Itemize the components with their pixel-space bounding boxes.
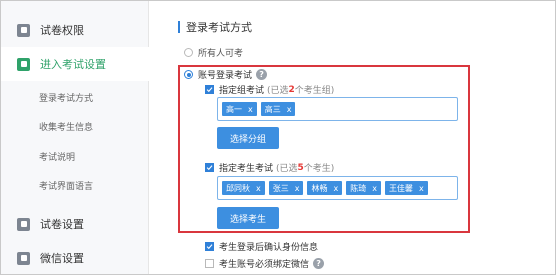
close-icon[interactable]: x <box>372 184 377 193</box>
tag-label: 林畅 <box>311 183 328 193</box>
group-tag-input[interactable]: 高一 x 高三 x <box>217 97 458 121</box>
examinee-note-suffix: 个考生) <box>303 164 335 174</box>
close-icon[interactable]: x <box>248 105 253 114</box>
option-account-row[interactable]: 账号登录考试 ? <box>184 68 268 81</box>
sidebar-subitem-exam-instructions[interactable]: 考试说明 <box>39 150 75 163</box>
close-icon[interactable]: x <box>256 184 261 193</box>
tag-label: 邱同秋 <box>226 183 250 193</box>
radio-account[interactable] <box>184 70 193 79</box>
examinee-tag[interactable]: 邱同秋 x <box>222 181 265 195</box>
sidebar-item-paper-permissions[interactable]: 试卷权限 <box>1 13 149 47</box>
examinee-option-row[interactable]: 指定考生考试 (已选 5 个考生) <box>205 161 334 174</box>
group-option-row[interactable]: 指定组考试 (已选 2 个考生组) <box>205 83 334 96</box>
examinee-tag[interactable]: 林畅 x <box>307 181 343 195</box>
examinee-note-prefix: (已选 <box>276 164 298 174</box>
examinee-tag[interactable]: 张三 x <box>268 181 304 195</box>
examinee-tag-input[interactable]: 邱同秋 x 张三 x 林畅 x 陈琦 x 王佳馨 x <box>217 176 458 200</box>
group-checkbox[interactable] <box>205 85 214 94</box>
select-group-button[interactable]: 选择分组 <box>217 127 279 149</box>
group-note-prefix: (已选 <box>267 86 289 96</box>
main-panel: 登录考试方式 所有人可考 账号登录考试 ? 指定组考试 (已选 2 个考生组) … <box>150 1 555 274</box>
select-examinee-button[interactable]: 选择考生 <box>217 207 279 229</box>
bind-wechat-label: 考生账号必须绑定微信 <box>219 260 310 270</box>
group-note-suffix: 个考生组) <box>294 86 335 96</box>
group-option-label: 指定组考试 <box>219 86 265 96</box>
option-account-label: 账号登录考试 <box>198 71 253 81</box>
close-icon[interactable]: x <box>295 184 300 193</box>
section-title-text: 登录考试方式 <box>186 21 252 34</box>
bind-wechat-checkbox[interactable] <box>205 259 214 268</box>
close-icon[interactable]: x <box>333 184 338 193</box>
sidebar-item-label: 微信设置 <box>40 252 84 265</box>
confirm-identity-row[interactable]: 考生登录后确认身份信息 <box>205 240 318 253</box>
close-icon[interactable]: x <box>419 184 424 193</box>
close-icon[interactable]: x <box>287 105 292 114</box>
sidebar-item-enter-exam-settings[interactable]: 进入考试设置 <box>1 47 149 81</box>
sidebar-item-paper-settings[interactable]: 试卷设置 <box>1 207 149 241</box>
sidebar-item-label: 试卷权限 <box>40 24 84 37</box>
sidebar-subitem-login-method[interactable]: 登录考试方式 <box>39 91 93 104</box>
help-icon[interactable]: ? <box>256 69 268 80</box>
radio-all[interactable] <box>184 48 193 57</box>
confirm-identity-label: 考生登录后确认身份信息 <box>219 243 319 253</box>
group-tag[interactable]: 高一 x <box>222 102 257 116</box>
shield-icon <box>17 23 30 37</box>
paper-settings-icon <box>17 217 30 231</box>
tag-label: 张三 <box>272 183 289 193</box>
enter-settings-icon <box>17 57 30 71</box>
sidebar-item-label: 进入考试设置 <box>40 58 106 71</box>
option-all-label: 所有人可考 <box>198 49 244 59</box>
bind-wechat-row[interactable]: 考生账号必须绑定微信 ? <box>205 257 325 270</box>
tag-label: 高三 <box>264 104 281 114</box>
tag-label: 王佳馨 <box>388 183 413 193</box>
check-icon <box>206 244 213 250</box>
examinee-tag[interactable]: 陈琦 x <box>346 181 381 195</box>
wechat-icon <box>17 251 30 265</box>
help-icon[interactable]: ? <box>313 258 325 269</box>
tag-label: 陈琦 <box>350 183 367 193</box>
sidebar-item-label: 试卷设置 <box>40 218 84 231</box>
examinee-option-label: 指定考生考试 <box>219 164 274 174</box>
examinee-checkbox[interactable] <box>205 163 214 172</box>
sidebar-subitem-collect-info[interactable]: 收集考生信息 <box>39 120 93 133</box>
group-tag[interactable]: 高三 x <box>260 102 296 116</box>
examinee-tag[interactable]: 王佳馨 x <box>384 181 428 195</box>
sidebar-item-wechat-settings[interactable]: 微信设置 <box>1 241 149 275</box>
title-accent-bar <box>178 21 180 33</box>
section-title: 登录考试方式 <box>178 19 252 35</box>
check-icon <box>206 87 213 93</box>
check-icon <box>206 165 213 171</box>
tag-label: 高一 <box>226 104 242 114</box>
sidebar: 试卷权限 进入考试设置 登录考试方式 收集考生信息 考试说明 考试界面语言 试卷… <box>1 1 149 274</box>
sidebar-subitem-interface-language[interactable]: 考试界面语言 <box>39 179 93 192</box>
option-all-row[interactable]: 所有人可考 <box>184 46 243 59</box>
confirm-identity-checkbox[interactable] <box>205 242 214 251</box>
